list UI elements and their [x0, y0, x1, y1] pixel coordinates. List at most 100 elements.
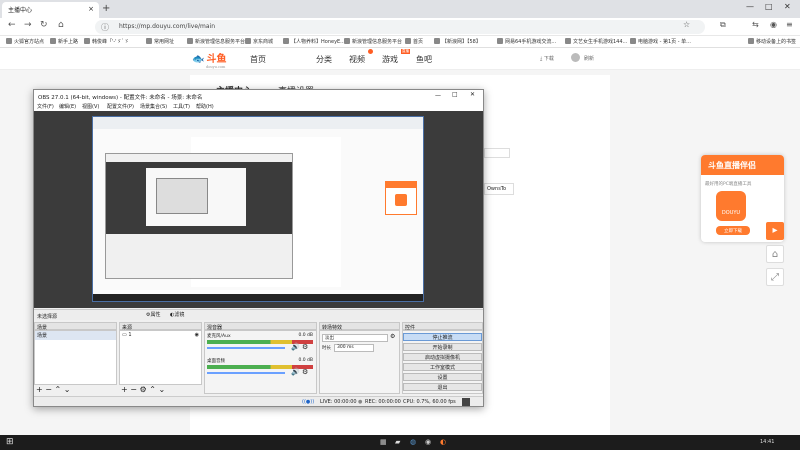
filters-button[interactable]: ◐滤镜 — [170, 311, 184, 318]
obs-taskbar-icon[interactable]: ◉ — [425, 438, 431, 446]
play-icon[interactable]: ▸ — [766, 222, 784, 240]
desktop-volume-slider[interactable] — [207, 372, 285, 374]
menu-edit[interactable]: 编辑(E) — [59, 103, 76, 110]
eye-icon[interactable]: ◉ — [195, 332, 199, 338]
ad-download-button[interactable]: 立即下载 — [716, 226, 750, 235]
maximize-icon[interactable]: □ — [765, 2, 773, 11]
new-tab-icon[interactable]: + — [102, 3, 110, 14]
obs-minimize-icon[interactable]: — — [435, 92, 441, 99]
gear-icon[interactable]: ⚙ — [302, 368, 308, 376]
scenes-controls: + − ⌃ ⌄ — [36, 385, 70, 395]
cpu-fps: CPU: 0.7%, 60.00 fps — [403, 399, 456, 405]
douyu-logo[interactable]: 🐟 斗鱼 douyu.com — [192, 50, 240, 69]
close-window-icon[interactable]: ✕ — [784, 2, 791, 11]
home-icon[interactable]: ⌂ — [58, 20, 64, 30]
forward-icon[interactable]: → — [24, 20, 32, 30]
firefox-icon[interactable]: ◐ — [440, 438, 446, 446]
address-bar[interactable]: https://mp.douyu.com/live/main — [95, 20, 705, 34]
obs-maximize-icon[interactable]: □ — [452, 91, 458, 98]
download-link[interactable]: ⤓ 下载 — [540, 55, 554, 62]
obs-title: OBS 27.0.1 (64-bit, windows) - 配置文件: 未命名… — [38, 95, 203, 101]
bookmark-item[interactable]: 新手上路 — [50, 38, 78, 45]
back-icon[interactable]: ← — [8, 20, 16, 30]
sources-list[interactable]: ▭ 1 ◉ — [119, 330, 202, 385]
star-icon[interactable]: ☆ — [683, 20, 690, 29]
task-view-icon[interactable]: ▦ — [380, 438, 387, 446]
down-icon[interactable]: ⌄ — [158, 385, 165, 394]
speaker-icon[interactable]: 🔊 — [291, 368, 300, 376]
studio-mode-button[interactable]: 工作室模式 — [403, 363, 482, 371]
steam-icon[interactable]: ◍ — [410, 438, 416, 446]
nav-badge: 直播 — [401, 49, 410, 54]
virtual-camera-button[interactable]: 启动虚拟摄像机 — [403, 353, 482, 361]
remove-icon[interactable]: − — [45, 385, 52, 394]
up-icon[interactable]: ⌃ — [149, 385, 156, 394]
bookmark-item[interactable]: 文艺女生手机游戏144... — [565, 38, 627, 45]
live-time: LIVE: 00:00:00 — [320, 399, 357, 405]
add-icon[interactable]: + — [121, 385, 128, 394]
mic-volume-slider[interactable] — [207, 347, 285, 349]
down-icon[interactable]: ⌄ — [64, 385, 71, 394]
gear-icon[interactable]: ⚙ — [302, 343, 308, 351]
bookmark-item[interactable]: 移动设备上的书签 — [748, 38, 796, 45]
minimize-icon[interactable]: — — [746, 2, 754, 11]
menu-tools[interactable]: 工具(T) — [173, 103, 190, 110]
menu-view[interactable]: 视图(V) — [82, 103, 99, 110]
stop-stream-button[interactable]: 停止推流 — [403, 333, 482, 341]
menu-file[interactable]: 文件(F) — [37, 103, 54, 110]
info-icon[interactable]: ⓘ — [101, 22, 109, 33]
nav-games[interactable]: 游戏 — [382, 54, 398, 65]
extensions-icon[interactable]: ⧉ — [720, 20, 726, 30]
close-icon[interactable]: × — [88, 5, 94, 13]
speaker-icon[interactable]: 🔊 — [291, 343, 300, 351]
start-recording-button[interactable]: 开始录制 — [403, 343, 482, 351]
windows-start-icon[interactable]: ⊞ — [6, 437, 14, 447]
nav-home[interactable]: 首页 — [250, 54, 266, 65]
bookmark-item[interactable]: 火狐官方站点 — [6, 38, 44, 45]
scene-item[interactable]: 场景 — [35, 331, 116, 340]
bookmark-item[interactable]: 【新浪网】【58】 — [434, 38, 481, 45]
home-side-icon[interactable]: ⌂ — [766, 245, 784, 263]
bookmark-item[interactable]: 韩俊峰「'-'ゞ`ゞ — [84, 38, 129, 45]
bookmark-item[interactable]: 网易64手机游戏交流... — [497, 38, 556, 45]
account-icon[interactable]: ◉ — [770, 20, 777, 29]
user-menu[interactable]: 刷新 — [584, 55, 594, 62]
transition-select[interactable]: 淡出 — [322, 334, 388, 342]
bookmark-item[interactable]: 电脑游戏 - 第1页 - 单... — [630, 38, 691, 45]
reload-icon[interactable]: ↻ — [40, 20, 48, 30]
bookmark-item[interactable]: 【人物养料】HoneyE... — [283, 38, 345, 45]
gear-icon[interactable]: ⚙ — [390, 333, 395, 340]
bookmark-item[interactable]: 新浪管理信息服务平台 — [344, 38, 402, 45]
input-field[interactable] — [484, 148, 510, 158]
obs-close-icon[interactable]: ✕ — [470, 91, 475, 98]
bookmark-item[interactable]: 首页 — [405, 38, 423, 45]
browser-tab[interactable]: 主播中心 × — [2, 2, 99, 18]
no-source-label: 未选择源 — [37, 314, 58, 320]
library-icon[interactable]: ⇆ — [752, 20, 759, 29]
up-icon[interactable]: ⌃ — [55, 385, 62, 394]
nav-fishbar[interactable]: 鱼吧 — [416, 54, 432, 65]
scenes-list[interactable]: 场景 — [34, 330, 117, 385]
remove-icon[interactable]: − — [130, 385, 137, 394]
exit-button[interactable]: 退出 — [403, 383, 482, 391]
add-icon[interactable]: + — [36, 385, 43, 394]
settings-icon[interactable]: ⚙ — [140, 385, 147, 394]
menu-icon[interactable]: ≡ — [786, 20, 793, 29]
source-item[interactable]: ▭ 1 ◉ — [120, 331, 201, 339]
feedback-icon[interactable]: ⤢ — [766, 268, 784, 286]
avatar[interactable] — [571, 53, 580, 62]
bookmark-item[interactable]: 新浪管理信息服务平台 — [187, 38, 245, 45]
properties-button[interactable]: ⚙属性 — [146, 311, 161, 318]
menu-help[interactable]: 帮助(H) — [196, 103, 214, 110]
settings-button[interactable]: 设置 — [403, 373, 482, 381]
ad-title: 斗鱼直播伴侣 — [701, 155, 784, 175]
bookmark-item[interactable]: 京东商城 — [245, 38, 273, 45]
nav-video[interactable]: 视频 — [349, 54, 365, 65]
menu-profile[interactable]: 配置文件(P) — [107, 103, 134, 110]
folder-icon[interactable]: ▰ — [395, 438, 400, 446]
nav-dot — [368, 49, 373, 54]
nav-category[interactable]: 分类 — [316, 54, 332, 65]
menu-scene-collection[interactable]: 场景集合(S) — [140, 103, 167, 110]
bookmark-item[interactable]: 常用网址 — [146, 38, 174, 45]
duration-field[interactable]: 300 ms — [334, 344, 374, 352]
